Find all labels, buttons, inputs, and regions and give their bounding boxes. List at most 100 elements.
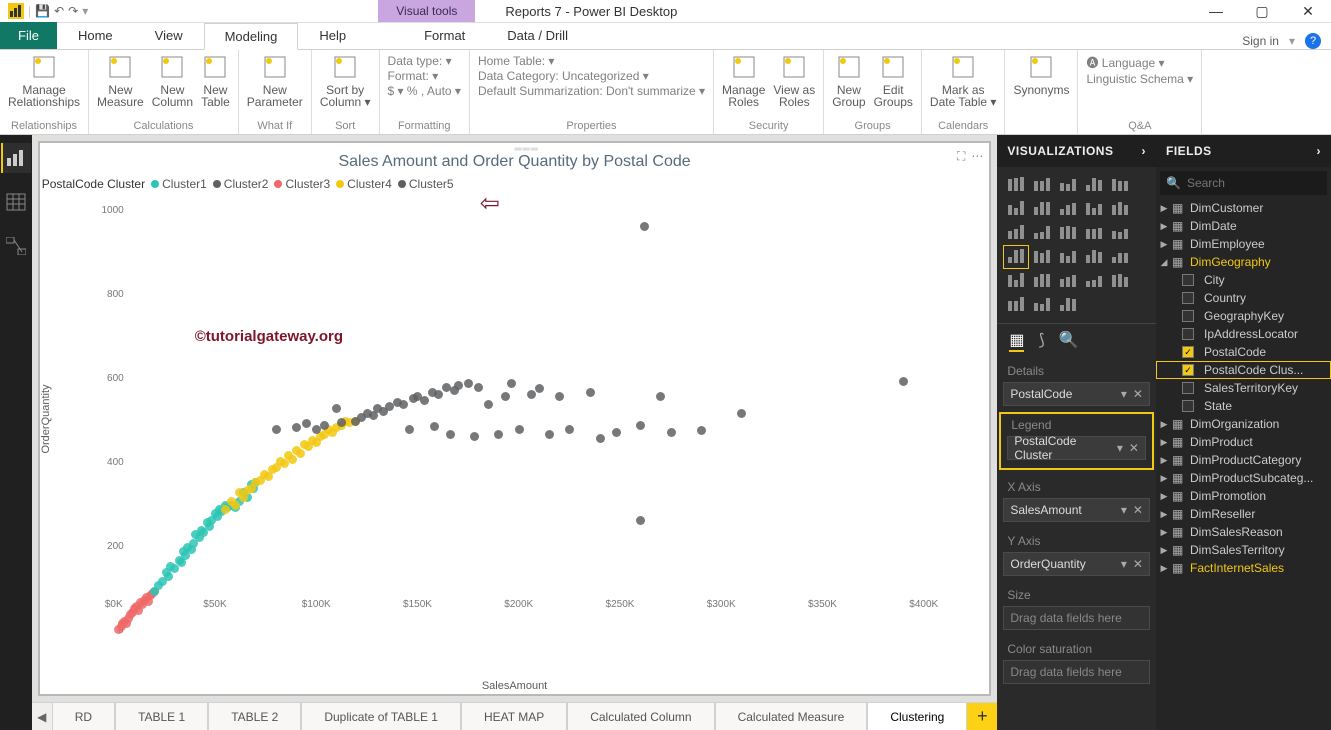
field-row[interactable]: IpAddressLocator — [1156, 325, 1331, 343]
expand-icon[interactable]: ◢ — [1160, 257, 1168, 268]
data-point[interactable] — [545, 430, 554, 439]
data-point[interactable] — [656, 392, 665, 401]
ribbon-option[interactable]: Data type: ▾ — [388, 54, 461, 68]
data-point[interactable] — [420, 396, 429, 405]
viz-type-icon[interactable] — [1056, 198, 1080, 220]
field-row[interactable]: SalesTerritoryKey — [1156, 379, 1331, 397]
page-tab[interactable]: Calculated Column — [567, 703, 714, 730]
field-checkbox[interactable] — [1182, 274, 1194, 286]
data-point[interactable] — [507, 379, 516, 388]
page-tab[interactable]: Clustering — [867, 703, 967, 730]
data-point[interactable] — [535, 384, 544, 393]
format-tab-icon[interactable]: ⟆ — [1038, 330, 1044, 352]
expand-icon[interactable]: ▶ — [1160, 545, 1168, 556]
table-row[interactable]: ▶▦DimSalesReason — [1156, 523, 1331, 541]
ribbon-button[interactable]: New Measure — [97, 54, 144, 108]
viz-type-icon[interactable] — [1056, 246, 1080, 268]
field-dropdown-icon[interactable]: ▾ — [1117, 441, 1123, 455]
viz-type-icon[interactable] — [1056, 174, 1080, 196]
viz-type-icon[interactable] — [1108, 222, 1132, 244]
data-point[interactable] — [484, 400, 493, 409]
table-row[interactable]: ▶▦DimProductSubcateg... — [1156, 469, 1331, 487]
context-tab[interactable]: Data / Drill — [486, 22, 589, 49]
ribbon-option[interactable]: Home Table: ▾ — [478, 54, 705, 68]
data-point[interactable] — [332, 404, 341, 413]
expand-icon[interactable]: ▶ — [1160, 455, 1168, 466]
yaxis-field-well[interactable]: OrderQuantity▾✕ — [1003, 552, 1150, 576]
field-row[interactable]: ✓PostalCode Clus... — [1156, 361, 1331, 379]
viz-type-icon[interactable] — [1056, 294, 1080, 316]
data-point[interactable] — [288, 455, 297, 464]
viz-type-icon[interactable] — [1030, 222, 1054, 244]
data-point[interactable] — [470, 432, 479, 441]
model-view-button[interactable] — [1, 231, 31, 261]
field-dropdown-icon[interactable]: ▾ — [1121, 503, 1127, 517]
fields-tab-icon[interactable]: ▦ — [1009, 330, 1024, 352]
field-dropdown-icon[interactable]: ▾ — [1121, 557, 1127, 571]
ribbon-option[interactable]: Default Summarization: Don't summarize ▾ — [478, 84, 705, 98]
legend-item[interactable]: Cluster5 — [398, 177, 454, 191]
data-point[interactable] — [164, 572, 173, 581]
data-view-button[interactable] — [1, 187, 31, 217]
field-row[interactable]: Country — [1156, 289, 1331, 307]
page-tab[interactable]: Calculated Measure — [715, 703, 868, 730]
menu-tab-home[interactable]: Home — [57, 22, 134, 49]
data-point[interactable] — [737, 409, 746, 418]
field-checkbox[interactable] — [1182, 328, 1194, 340]
expand-icon[interactable]: ▶ — [1160, 473, 1168, 484]
fields-search-input[interactable] — [1187, 176, 1331, 190]
data-point[interactable] — [446, 430, 455, 439]
ribbon-button[interactable]: Manage Relationships — [8, 54, 80, 108]
data-point[interactable] — [430, 422, 439, 431]
data-point[interactable] — [302, 419, 311, 428]
report-view-button[interactable] — [1, 143, 31, 173]
viz-type-icon[interactable] — [1004, 246, 1028, 268]
ribbon-button[interactable]: Synonyms — [1013, 54, 1069, 96]
legend-item[interactable]: Cluster3 — [274, 177, 330, 191]
data-point[interactable] — [501, 392, 510, 401]
field-row[interactable]: City — [1156, 271, 1331, 289]
data-point[interactable] — [555, 392, 564, 401]
remove-field-icon[interactable]: ✕ — [1133, 387, 1143, 401]
table-row[interactable]: ◢▦DimGeography — [1156, 253, 1331, 271]
data-point[interactable] — [586, 388, 595, 397]
ribbon-button[interactable]: New Column — [152, 54, 193, 108]
data-point[interactable] — [565, 425, 574, 434]
data-point[interactable] — [474, 383, 483, 392]
data-point[interactable] — [697, 426, 706, 435]
data-point[interactable] — [612, 428, 621, 437]
menu-tab-help[interactable]: Help — [298, 22, 367, 49]
data-point[interactable] — [454, 381, 463, 390]
focus-mode-icon[interactable]: ⛶ — [957, 149, 965, 164]
maximize-button[interactable]: ▢ — [1239, 0, 1285, 23]
field-checkbox[interactable]: ✓ — [1182, 346, 1194, 358]
collapse-chevron-icon[interactable]: › — [1141, 144, 1146, 158]
table-row[interactable]: ▶▦DimDate — [1156, 217, 1331, 235]
table-row[interactable]: ▶▦DimProductCategory — [1156, 451, 1331, 469]
field-checkbox[interactable]: ✓ — [1182, 364, 1194, 376]
viz-type-icon[interactable] — [1030, 198, 1054, 220]
data-point[interactable] — [464, 379, 473, 388]
viz-type-icon[interactable] — [1108, 174, 1132, 196]
viz-type-icon[interactable] — [1108, 270, 1132, 292]
ribbon-option[interactable]: $ ▾ % , Auto ▾ — [388, 84, 461, 98]
canvas-viewport[interactable]: ═══ ⛶ ⋯ Sales Amount and Order Quantity … — [32, 135, 998, 702]
field-row[interactable]: State — [1156, 397, 1331, 415]
viz-type-icon[interactable] — [1056, 270, 1080, 292]
visual-grip-icon[interactable]: ═══ — [515, 144, 539, 155]
legend-item[interactable]: Cluster1 — [151, 177, 207, 191]
data-point[interactable] — [221, 505, 230, 514]
ribbon-button[interactable]: Mark as Date Table ▾ — [930, 54, 997, 108]
fields-search[interactable]: 🔍 — [1160, 171, 1327, 195]
viz-type-icon[interactable] — [1030, 294, 1054, 316]
table-row[interactable]: ▶▦DimProduct — [1156, 433, 1331, 451]
table-row[interactable]: ▶▦DimEmployee — [1156, 235, 1331, 253]
file-tab[interactable]: File — [0, 22, 57, 49]
viz-type-icon[interactable] — [1030, 246, 1054, 268]
viz-type-icon[interactable] — [1004, 294, 1028, 316]
save-icon[interactable]: 💾 — [35, 4, 50, 18]
data-point[interactable] — [515, 425, 524, 434]
menu-tab-modeling[interactable]: Modeling — [204, 23, 299, 50]
data-point[interactable] — [292, 423, 301, 432]
expand-icon[interactable]: ▶ — [1160, 527, 1168, 538]
